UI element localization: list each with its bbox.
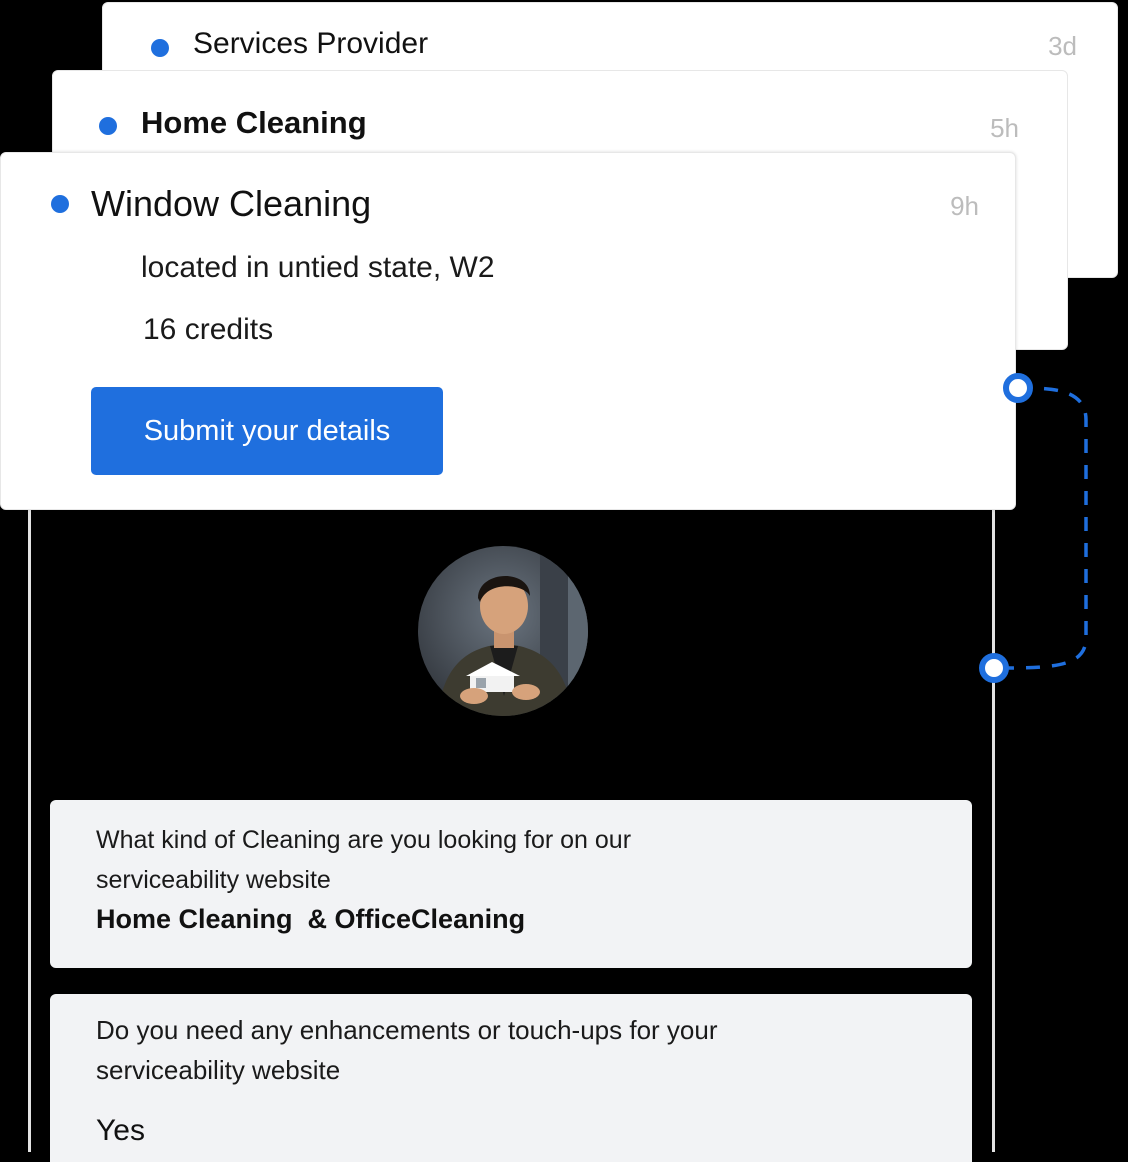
left-guide-line [28,500,31,1152]
question-text-line: serviceability website [96,866,331,894]
card-window-cleaning[interactable]: Window Cleaning 9h located in untied sta… [0,152,1016,510]
status-dot-icon [151,39,169,57]
card-time: 9h [950,191,979,221]
credits-text: 16 credits [143,313,274,346]
status-dot-icon [51,195,69,213]
answer-text: Yes [96,1114,145,1147]
question-card: Do you need any enhancements or touch-up… [50,994,972,1162]
question-text-line: serviceability website [96,1055,341,1085]
submit-details-button[interactable]: Submit your details [91,387,443,475]
question-card: What kind of Cleaning are you looking fo… [50,800,972,968]
location-text: located in untied state, W2 [141,251,495,284]
answer-text: Home Cleaning & OfficeCleaning [96,904,526,934]
status-dot-icon [99,117,117,135]
dashed-connector-icon [979,373,1088,683]
question-text-line: What kind of Cleaning are you looking fo… [96,826,632,854]
card-title: Home Cleaning [141,105,367,140]
card-time: 3d [1048,31,1077,61]
question-text-line: Do you need any enhancements or touch-up… [96,1015,718,1045]
card-title: Window Cleaning [91,183,372,224]
card-title: Services Provider [193,27,429,60]
card-time: 5h [990,113,1019,143]
user-avatar [418,546,588,716]
